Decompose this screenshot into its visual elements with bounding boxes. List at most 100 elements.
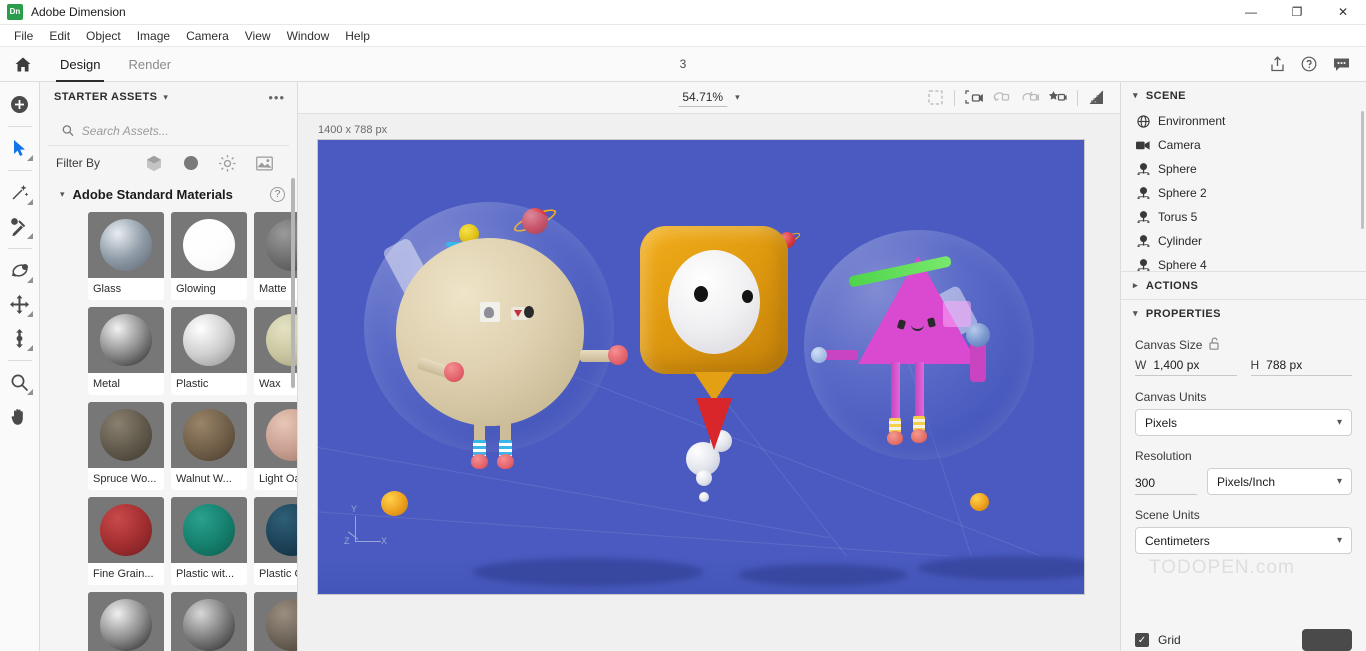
pan-camera-tool[interactable] [1017,85,1043,111]
chevron-down-icon[interactable]: ▾ [163,92,168,103]
tool-corner-indicator [26,389,33,395]
scene-object-list[interactable]: Environment Camera Sphere Sphere 2 Torus 5 Cy… [1121,109,1366,271]
watermark: TODOPEN.com [1149,557,1295,578]
help-icon[interactable] [1296,51,1322,77]
scene-item-camera[interactable]: Camera [1121,133,1366,157]
search-input[interactable] [81,123,275,138]
menu-help[interactable]: Help [337,27,378,45]
frame-camera-tool[interactable] [961,85,987,111]
resolution-units-select[interactable]: Pixels/Inch ▾ [1207,468,1352,495]
material-swatch[interactable]: Plastic Can... [254,497,297,585]
resolution-input[interactable]: 300 [1135,476,1197,495]
material-swatch[interactable]: Fine Grain... [88,497,164,585]
orbit-tool[interactable] [4,254,36,286]
magic-wand-tool[interactable] [4,176,36,208]
image-filter-icon[interactable] [256,155,273,172]
material-thumbnail [88,592,164,651]
material-swatch[interactable] [254,592,297,651]
menu-image[interactable]: Image [129,27,178,45]
tab-render[interactable]: Render [114,47,185,82]
grid-checkbox[interactable]: ✓ [1135,633,1149,647]
assets-scrollbar[interactable] [291,178,295,388]
material-swatch[interactable] [171,592,247,651]
zoom-control[interactable]: 54.71% ▾ [678,89,740,107]
material-swatch[interactable]: Light Oak ... [254,402,297,490]
material-swatch[interactable] [88,592,164,651]
scene-item-sphere-2[interactable]: Sphere 2 [1121,181,1366,205]
add-object-tool[interactable] [4,88,36,120]
home-icon[interactable] [0,47,46,82]
scene-item-sphere[interactable]: Sphere [1121,157,1366,181]
material-swatch[interactable]: Glass [88,212,164,300]
material-name: Spruce Wo... [88,468,164,490]
menu-edit[interactable]: Edit [41,27,78,45]
share-icon[interactable] [1264,51,1290,77]
chevron-down-icon[interactable]: ▾ [1133,90,1138,101]
hand-tool[interactable] [4,400,36,432]
actions-section-title: ACTIONS [1145,279,1199,292]
sampler-tool[interactable] [4,210,36,242]
chevron-down-icon[interactable]: ▾ [60,189,65,200]
actions-section-header[interactable]: ▸ ACTIONS [1121,272,1366,299]
material-swatch[interactable]: Plastic wit... [171,497,247,585]
filter-icon-group [145,154,281,172]
bookmark-camera-tool[interactable] [1045,85,1071,111]
zoom-level-value[interactable]: 54.71% [678,89,728,107]
grid-color-swatch[interactable] [1302,629,1352,651]
materials-section-header[interactable]: ▾ Adobe Standard Materials ? [40,180,297,208]
menu-window[interactable]: Window [279,27,338,45]
canvas-height-field[interactable]: H 788 px [1250,358,1352,376]
chevron-down-icon[interactable]: ▾ [735,92,740,103]
menu-file[interactable]: File [6,27,41,45]
minimize-button[interactable]: — [1228,0,1274,25]
select-tool[interactable] [4,132,36,164]
maximize-button[interactable]: ❐ [1274,0,1320,25]
width-value[interactable]: 1,400 px [1153,358,1199,372]
chevron-down-icon[interactable]: ▾ [1133,308,1138,319]
filter-label: Filter By [56,156,101,170]
character-shoe-left [471,454,488,469]
scene-item-cylinder[interactable]: Cylinder [1121,229,1366,253]
material-filter-icon[interactable] [182,155,199,172]
menu-view[interactable]: View [237,27,279,45]
canvas-units-label: Canvas Units [1135,390,1207,404]
menu-camera[interactable]: Camera [178,27,237,45]
help-icon[interactable]: ? [270,186,285,202]
canvas-width-field[interactable]: W 1,400 px [1135,358,1237,376]
character-hand-left [444,362,464,382]
material-swatch[interactable]: Metal [88,307,164,395]
menu-object[interactable]: Object [78,27,129,45]
scale-tool[interactable] [4,322,36,354]
move-tool[interactable] [4,288,36,320]
material-swatch[interactable]: Plastic [171,307,247,395]
tab-design[interactable]: Design [46,47,114,82]
feedback-icon[interactable] [1328,51,1354,77]
material-name: Plastic Can... [254,563,297,585]
scene-scrollbar[interactable] [1361,111,1364,229]
chevron-right-icon[interactable]: ▸ [1133,280,1138,291]
canvas-units-select[interactable]: Pixels ▾ [1135,409,1352,436]
material-swatch[interactable]: Glowing [171,212,247,300]
canvas-area[interactable]: 1400 x 788 px Y X Z [298,114,1120,651]
document-tab[interactable]: 3 [680,57,687,71]
fit-selection-tool[interactable] [922,85,948,111]
properties-section-header[interactable]: ▾ PROPERTIES [1121,300,1366,327]
render-preview-tool[interactable] [1084,85,1110,111]
material-name: Glass [88,278,164,300]
model-filter-icon[interactable] [145,155,162,172]
assets-menu-button[interactable]: ••• [268,90,285,105]
unlock-icon[interactable] [1209,337,1220,353]
material-swatch[interactable]: Spruce Wo... [88,402,164,490]
artboard-3d-scene[interactable]: Y X Z [318,140,1084,594]
zoom-tool[interactable] [4,366,36,398]
material-swatch[interactable]: Walnut W... [171,402,247,490]
light-filter-icon[interactable] [219,154,236,172]
scene-item-sphere-4[interactable]: Sphere 4 [1121,253,1366,271]
height-value[interactable]: 788 px [1266,358,1302,372]
close-button[interactable]: ✕ [1320,0,1366,25]
scene-item-environment[interactable]: Environment [1121,109,1366,133]
scene-units-select[interactable]: Centimeters ▾ [1135,527,1352,554]
orbit-camera-tool[interactable] [989,85,1015,111]
scene-item-torus-5[interactable]: Torus 5 [1121,205,1366,229]
scene-section-header[interactable]: ▾ SCENE [1121,82,1366,109]
